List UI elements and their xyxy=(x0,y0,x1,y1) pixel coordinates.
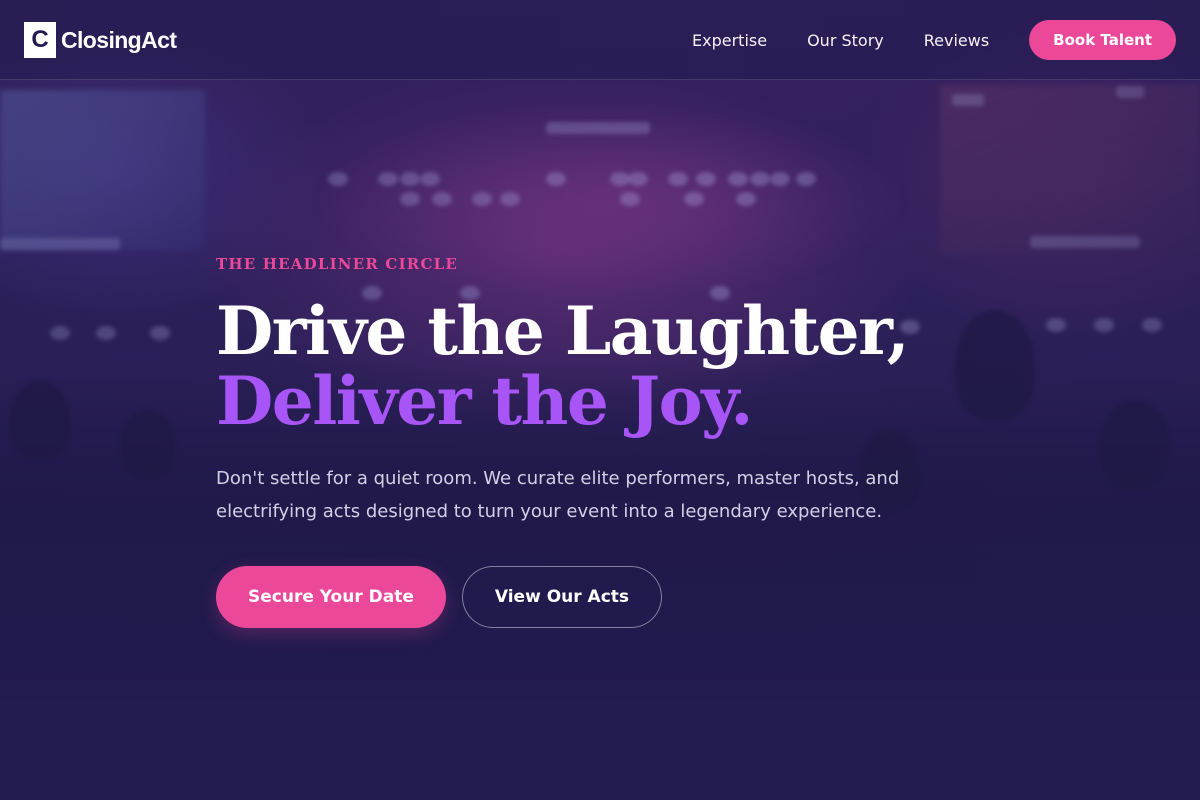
headline-line-2: Deliver the Joy. xyxy=(216,362,753,440)
site-header: C ClosingAct Expertise Our Story Reviews… xyxy=(0,0,1200,80)
view-our-acts-button[interactable]: View Our Acts xyxy=(461,566,663,628)
logo-link[interactable]: C ClosingAct xyxy=(24,22,177,58)
book-talent-button[interactable]: Book Talent xyxy=(1029,20,1176,60)
headline-line-1: Drive the Laughter, xyxy=(216,292,910,370)
hero-subtitle: Don't settle for a quiet room. We curate… xyxy=(216,468,900,522)
nav-link-our-story[interactable]: Our Story xyxy=(807,31,884,50)
main-nav: Expertise Our Story Reviews Book Talent xyxy=(692,20,1176,60)
hero-headline: Drive the Laughter, Deliver the Joy. xyxy=(216,296,976,436)
hero-actions: Secure Your Date View Our Acts xyxy=(216,566,976,628)
nav-link-reviews[interactable]: Reviews xyxy=(924,31,989,50)
secure-your-date-button[interactable]: Secure Your Date xyxy=(216,566,446,628)
logo-text: ClosingAct xyxy=(61,26,177,53)
nav-link-expertise[interactable]: Expertise xyxy=(692,31,767,50)
landing-page: C ClosingAct Expertise Our Story Reviews… xyxy=(0,0,1200,800)
hero-section: THE HEADLINER CIRCLE Drive the Laughter,… xyxy=(216,252,976,628)
logo-mark: C xyxy=(24,22,56,58)
hero-eyebrow: THE HEADLINER CIRCLE xyxy=(216,255,458,273)
